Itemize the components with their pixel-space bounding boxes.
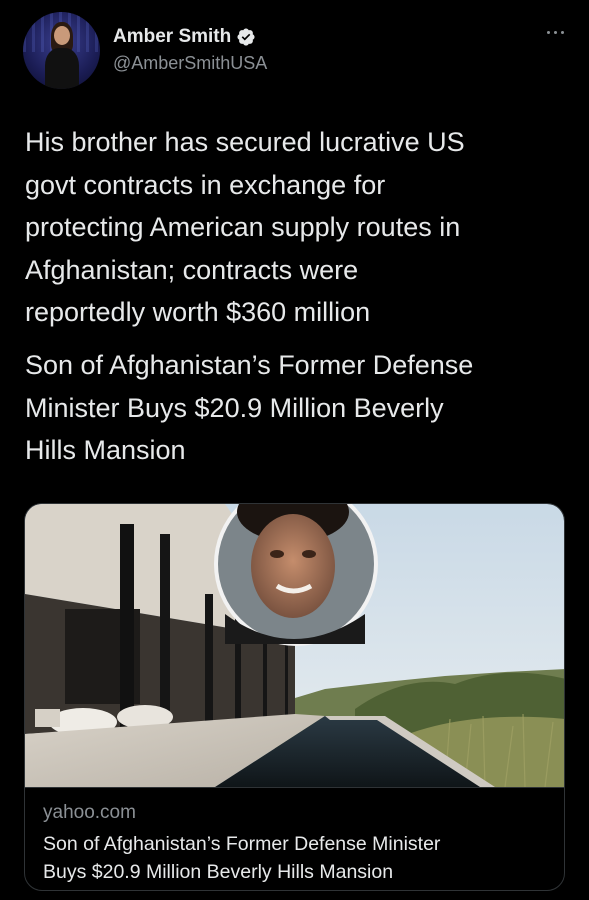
tweet-text-paragraph-2: Son of Afghanistan’s Former Defense Mini… xyxy=(25,350,474,465)
avatar-body xyxy=(45,48,79,89)
author-handle[interactable]: @AmberSmithUSA xyxy=(113,53,267,74)
tweet-text-paragraph-1: His brother has secured lucrative US gov… xyxy=(25,127,465,327)
link-preview-meta[interactable]: yahoo.com Son of Afghanistan’s Former De… xyxy=(25,787,564,890)
avatar-face xyxy=(54,26,70,45)
link-title[interactable]: Son of Afghanistan’s Former Defense Mini… xyxy=(43,830,548,886)
tweet-header: Amber Smith @AmberSmithUSA xyxy=(23,10,569,90)
author-name-row[interactable]: Amber Smith xyxy=(113,24,256,50)
link-preview-card[interactable]: yahoo.com Son of Afghanistan’s Former De… xyxy=(24,503,565,891)
link-preview-image xyxy=(25,504,564,787)
link-domain: yahoo.com xyxy=(43,802,136,823)
verified-badge-icon xyxy=(237,28,255,46)
more-horizontal-icon[interactable] xyxy=(541,26,569,38)
author-avatar[interactable] xyxy=(23,12,100,89)
author-display-name[interactable]: Amber Smith xyxy=(113,26,231,48)
